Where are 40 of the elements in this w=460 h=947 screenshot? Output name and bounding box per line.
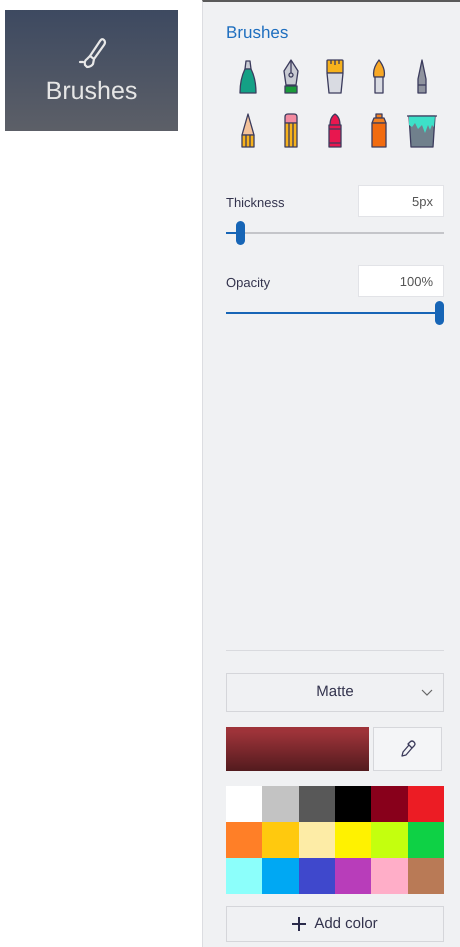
color-swatch[interactable]	[226, 858, 262, 894]
plus-icon	[292, 917, 306, 931]
panel-title: Brushes	[226, 22, 290, 44]
color-swatch[interactable]	[371, 858, 408, 894]
tool-label: Brushes	[46, 79, 138, 104]
color-swatch[interactable]	[334, 858, 372, 894]
color-swatch[interactable]	[371, 786, 408, 822]
slider-thumb[interactable]	[435, 301, 444, 325]
finish-dropdown[interactable]: Matte	[226, 673, 444, 712]
value-field[interactable]: 5px	[358, 185, 444, 217]
color-swatch[interactable]	[298, 822, 335, 858]
color-swatch[interactable]	[334, 786, 372, 822]
color-swatch[interactable]	[408, 858, 444, 894]
color-swatch[interactable]	[262, 786, 299, 822]
slider-track[interactable]	[226, 301, 444, 325]
eyedropper-icon	[400, 740, 416, 758]
color-swatch[interactable]	[408, 822, 444, 858]
color-swatch[interactable]	[226, 822, 262, 858]
color-swatch[interactable]	[298, 786, 335, 822]
add-color-button[interactable]: Add color	[226, 906, 444, 942]
slider-track[interactable]	[226, 221, 444, 245]
color-swatch[interactable]	[262, 822, 299, 858]
color-swatch[interactable]	[226, 786, 262, 822]
slider-thumb[interactable]	[236, 221, 245, 245]
color-swatch[interactable]	[334, 822, 372, 858]
eyedropper-button[interactable]	[373, 727, 442, 771]
paintbrush-icon[interactable]	[324, 59, 345, 95]
paint-bucket-icon[interactable]	[406, 113, 438, 149]
color-swatch[interactable]	[298, 858, 335, 894]
brushes-tool-button[interactable]: Brushes	[5, 10, 178, 131]
color-swatch[interactable]	[262, 858, 299, 894]
slider-label: Opacity	[226, 274, 270, 292]
color-swatch[interactable]	[371, 822, 408, 858]
spray-can-icon[interactable]	[368, 113, 389, 149]
color-swatch[interactable]	[408, 786, 444, 822]
slider-label: Thickness	[226, 194, 285, 212]
marker-icon[interactable]	[238, 59, 258, 95]
fountain-pen-icon[interactable]	[281, 59, 302, 95]
chevron-down-icon	[421, 689, 433, 696]
value-field[interactable]: 100%	[358, 265, 444, 297]
